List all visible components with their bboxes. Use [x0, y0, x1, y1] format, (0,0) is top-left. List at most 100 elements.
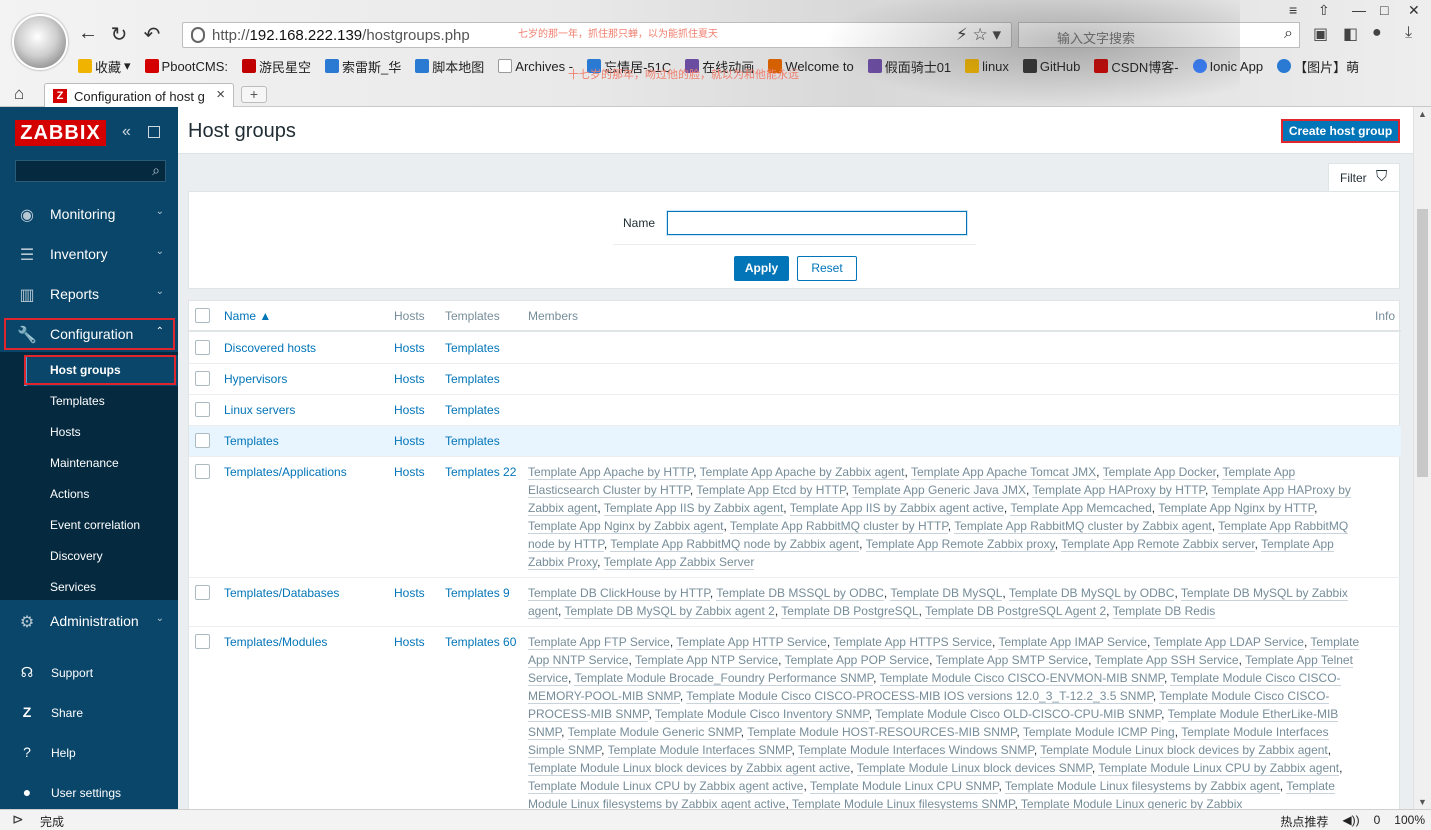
apply-button[interactable]: Apply	[734, 256, 789, 281]
bookmark-item[interactable]: PbootCMS:	[144, 56, 228, 76]
member-template-link[interactable]: Template App IIS by Zabbix agent active	[789, 501, 1004, 516]
member-template-link[interactable]: Template Module Linux generic by Zabbix	[1020, 797, 1243, 809]
member-template-link[interactable]: Template DB PostgreSQL	[781, 604, 919, 619]
more-icon[interactable]: ●	[1372, 24, 1382, 42]
select-all-checkbox[interactable]	[195, 308, 210, 323]
bookmark-star-icon[interactable]: ⚡ ☆ ▾	[956, 25, 1001, 45]
vertical-scrollbar[interactable]: ▲ ▼	[1413, 107, 1431, 809]
member-template-link[interactable]: Template DB MySQL by Zabbix agent 2	[564, 604, 775, 619]
member-template-link[interactable]: Template Module Linux filesystems SNMP	[791, 797, 1015, 809]
sidebar-item-reports[interactable]: ▥ Reports ⌄	[0, 276, 178, 312]
scrollbar-thumb[interactable]	[1417, 209, 1428, 477]
member-template-link[interactable]: Template DB Redis	[1112, 604, 1216, 619]
sidebar-item-help[interactable]: ? Help	[0, 735, 178, 771]
zabbix-logo[interactable]: ZABBIX	[15, 120, 106, 146]
member-template-link[interactable]: Template App HTTP Service	[676, 635, 827, 650]
row-checkbox[interactable]	[195, 371, 210, 386]
sidebar-search-input[interactable]: ⌕	[15, 160, 166, 182]
sidebar-item-monitoring[interactable]: ◉ Monitoring ⌄	[0, 196, 178, 232]
minimize-icon[interactable]: —	[1352, 2, 1366, 18]
bookmark-item[interactable]: Archives -	[498, 56, 573, 76]
sidebar-item-hosts[interactable]: Hosts	[24, 417, 178, 448]
member-template-link[interactable]: Template App Apache by HTTP	[528, 465, 694, 480]
bookmark-item[interactable]: 游民星空	[242, 56, 311, 76]
sidebar-item-maintenance[interactable]: Maintenance	[24, 448, 178, 479]
browser-tab[interactable]: Z Configuration of host g ×	[44, 83, 234, 107]
hosts-link[interactable]: Hosts	[394, 465, 425, 479]
member-template-link[interactable]: Template App Docker	[1102, 465, 1217, 480]
row-checkbox[interactable]	[195, 585, 210, 600]
group-name-link[interactable]: Linux servers	[224, 403, 295, 417]
skin-icon[interactable]: ⇧	[1318, 2, 1330, 19]
member-template-link[interactable]: Template Module Linux block devices by Z…	[528, 761, 851, 776]
member-template-link[interactable]: Template App POP Service	[784, 653, 930, 668]
user-avatar[interactable]	[12, 14, 68, 70]
member-template-link[interactable]: Template Module Linux block devices SNMP	[856, 761, 1092, 776]
member-template-link[interactable]: Template App Zabbix Server	[603, 555, 755, 570]
bookmark-item[interactable]: 收藏 ▾	[78, 56, 131, 76]
scroll-down-icon[interactable]: ▼	[1418, 797, 1427, 807]
bookmark-item[interactable]: 【图片】萌	[1277, 56, 1359, 76]
adblock-count[interactable]: 0	[1374, 813, 1381, 830]
bookmark-item[interactable]: 索雷斯_华	[325, 56, 401, 76]
hosts-link[interactable]: Hosts	[394, 341, 425, 355]
group-name-link[interactable]: Templates/Databases	[224, 586, 339, 600]
close-tab-icon[interactable]: ×	[216, 86, 225, 103]
close-window-icon[interactable]: ✕	[1408, 2, 1420, 19]
hosts-link[interactable]: Hosts	[394, 586, 425, 600]
refresh-icon[interactable]: ↻	[107, 22, 131, 47]
column-name-header[interactable]: Name ▲	[224, 309, 271, 323]
reset-button[interactable]: Reset	[797, 256, 857, 281]
tab-filter[interactable]: Filter ⛉	[1328, 163, 1400, 191]
hot-news-link[interactable]: 热点推荐	[1280, 813, 1328, 830]
member-template-link[interactable]: Template Module HOST-RESOURCES-MIB SNMP	[747, 725, 1017, 740]
member-template-link[interactable]: Template Module Cisco Inventory SNMP	[654, 707, 869, 722]
bookmark-item[interactable]: Ionic App	[1192, 56, 1263, 76]
member-template-link[interactable]: Template App Nginx by Zabbix agent	[528, 519, 724, 534]
bookmark-item[interactable]: linux	[965, 56, 1009, 76]
member-template-link[interactable]: Template App Remote Zabbix proxy	[865, 537, 1055, 552]
member-template-link[interactable]: Template App HAProxy by HTTP	[1032, 483, 1206, 498]
browser-search-input[interactable]: 输入文字搜索 ⌕	[1018, 22, 1300, 48]
hosts-link[interactable]: Hosts	[394, 434, 425, 448]
member-template-link[interactable]: Template Module Linux CPU by Zabbix agen…	[1098, 761, 1340, 776]
member-template-link[interactable]: Template DB MySQL	[890, 586, 1003, 601]
row-checkbox[interactable]	[195, 634, 210, 649]
member-template-link[interactable]: Template App RabbitMQ node by Zabbix age…	[610, 537, 860, 552]
bookmark-item[interactable]: 假面骑士01	[867, 56, 951, 76]
bookmark-item[interactable]: 脚本地图	[415, 56, 484, 76]
sidebar-item-administration[interactable]: ⚙ Administration ⌄	[0, 603, 178, 639]
scroll-up-icon[interactable]: ▲	[1418, 109, 1427, 119]
member-template-link[interactable]: Template Module Linux CPU by Zabbix agen…	[528, 779, 804, 794]
maximize-icon[interactable]: □	[1380, 2, 1388, 18]
row-checkbox[interactable]	[195, 433, 210, 448]
member-template-link[interactable]: Template Module Linux block devices by Z…	[1040, 743, 1328, 758]
sidebar-item-templates[interactable]: Templates	[24, 386, 178, 417]
member-template-link[interactable]: Template Module Linux CPU SNMP	[809, 779, 999, 794]
templates-link[interactable]: Templates 60	[445, 635, 516, 649]
download-icon[interactable]: ⤓	[1405, 24, 1412, 42]
member-template-link[interactable]: Template App NTP Service	[634, 653, 779, 668]
member-template-link[interactable]: Template App LDAP Service	[1153, 635, 1304, 650]
member-template-link[interactable]: Template Module Generic SNMP	[567, 725, 741, 740]
hosts-link[interactable]: Hosts	[394, 635, 425, 649]
member-template-link[interactable]: Template Module Cisco CISCO-ENVMON-MIB S…	[879, 671, 1165, 686]
hosts-link[interactable]: Hosts	[394, 403, 425, 417]
member-template-link[interactable]: Template App Remote Zabbix server	[1061, 537, 1255, 552]
back-icon[interactable]: ←	[76, 22, 100, 45]
member-template-link[interactable]: Template App Nginx by HTTP	[1158, 501, 1315, 516]
templates-link[interactable]: Templates	[445, 434, 500, 448]
home-icon[interactable]: ⌂	[14, 84, 24, 104]
group-name-link[interactable]: Discovered hosts	[224, 341, 316, 355]
member-template-link[interactable]: Template Module Cisco CISCO-PROCESS-MIB …	[686, 689, 1153, 704]
member-template-link[interactable]: Template DB ClickHouse by HTTP	[528, 586, 710, 601]
sidebar-item-discovery[interactable]: Discovery	[24, 541, 178, 572]
member-template-link[interactable]: Template Module Interfaces Windows SNMP	[797, 743, 1034, 758]
member-template-link[interactable]: Template Module Linux filesystems by Zab…	[1004, 779, 1280, 794]
group-name-link[interactable]: Templates	[224, 434, 279, 448]
search-icon[interactable]: ⌕	[1284, 25, 1293, 43]
member-template-link[interactable]: Template App Etcd by HTTP	[696, 483, 846, 498]
hosts-link[interactable]: Hosts	[394, 372, 425, 386]
templates-link[interactable]: Templates	[445, 372, 500, 386]
sidebar-item-inventory[interactable]: ☰ Inventory ⌄	[0, 236, 178, 272]
